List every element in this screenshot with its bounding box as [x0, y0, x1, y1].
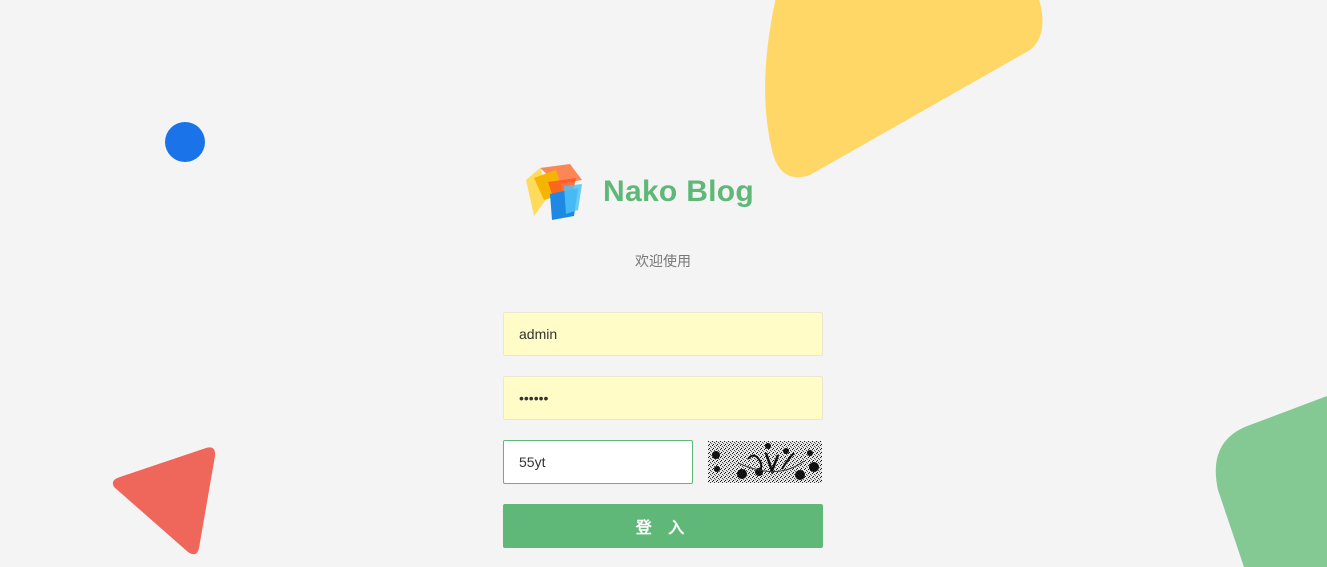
decor-red-triangle	[112, 447, 216, 555]
decor-yellow-semicircle	[765, 0, 1043, 178]
captcha-image[interactable]	[708, 441, 822, 483]
login-page: Nako Blog 欢迎使用 登 入	[0, 0, 1327, 567]
decor-blue-circle	[165, 122, 205, 162]
password-input[interactable]	[503, 376, 823, 420]
decor-green-rounded-shape	[1215, 396, 1327, 567]
username-input[interactable]	[503, 312, 823, 356]
cube-logo-icon	[526, 164, 582, 220]
welcome-text: 欢迎使用	[635, 253, 691, 269]
brand-name: Nako Blog	[603, 175, 755, 208]
captcha-input[interactable]	[503, 440, 693, 484]
brand-header: Nako Blog	[520, 160, 754, 224]
login-button[interactable]: 登 入	[503, 504, 823, 548]
